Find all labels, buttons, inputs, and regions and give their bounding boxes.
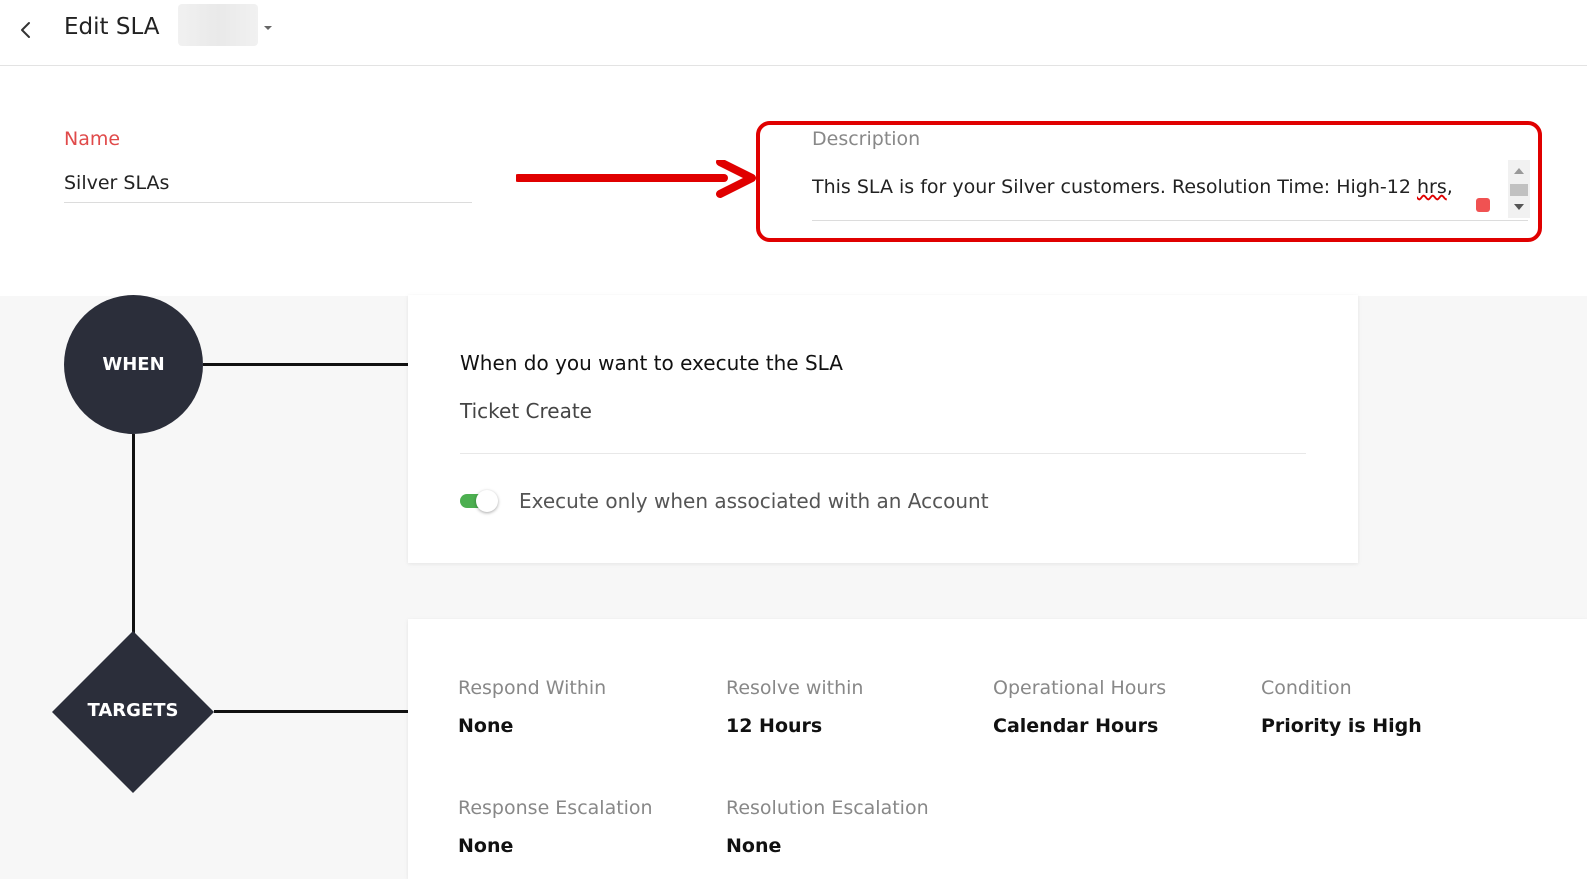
description-scrollbar[interactable] — [1508, 160, 1530, 218]
name-input[interactable] — [64, 164, 472, 203]
page-title: Edit SLA — [64, 14, 160, 40]
when-question: When do you want to execute the SLA — [460, 351, 843, 375]
sla-selector-dropdown[interactable] — [178, 4, 278, 48]
connector-line — [214, 710, 408, 713]
scrollbar-thumb[interactable] — [1510, 184, 1528, 196]
when-node-label: WHEN — [102, 354, 165, 375]
when-node: WHEN — [64, 295, 203, 434]
sla-selector-value-redacted — [178, 4, 258, 46]
resolve-within-label: Resolve within — [726, 677, 864, 699]
toggle-knob — [476, 490, 498, 512]
response-escalation-value: None — [458, 835, 514, 857]
respond-within-value: None — [458, 715, 514, 737]
resolution-escalation-value: None — [726, 835, 782, 857]
name-label: Name — [64, 128, 121, 150]
condition-label: Condition — [1261, 677, 1352, 699]
back-button[interactable] — [14, 18, 38, 42]
response-escalation-label: Response Escalation — [458, 797, 653, 819]
description-text: This SLA is for your Silver customers. R… — [812, 168, 1472, 206]
page-header: Edit SLA — [0, 0, 1587, 66]
targets-card: Respond Within None Resolve within 12 Ho… — [408, 619, 1587, 879]
divider — [460, 453, 1306, 454]
caret-down-icon — [264, 26, 272, 30]
account-association-toggle[interactable] — [460, 490, 500, 512]
scroll-down-arrow-icon[interactable] — [1514, 204, 1524, 210]
scroll-up-arrow-icon[interactable] — [1514, 168, 1524, 174]
description-textarea[interactable]: This SLA is for your Silver customers. R… — [812, 164, 1528, 221]
grammar-assistant-icon[interactable] — [1476, 198, 1490, 212]
description-text-prefix: This SLA is for your Silver customers. R… — [812, 176, 1417, 198]
condition-value: Priority is High — [1261, 715, 1422, 737]
operational-hours-label: Operational Hours — [993, 677, 1167, 699]
resolution-escalation-label: Resolution Escalation — [726, 797, 929, 819]
when-card: When do you want to execute the SLA Tick… — [408, 295, 1358, 563]
toggle-label: Execute only when associated with an Acc… — [519, 489, 989, 513]
targets-node-label: TARGETS — [87, 700, 179, 721]
connector-line — [132, 434, 135, 634]
description-label: Description — [812, 128, 921, 150]
chevron-left-icon — [21, 22, 30, 38]
operational-hours-value: Calendar Hours — [993, 715, 1159, 737]
connector-line — [203, 363, 408, 366]
when-trigger-value[interactable]: Ticket Create — [460, 399, 592, 423]
description-text-suffix: , — [1446, 176, 1453, 198]
respond-within-label: Respond Within — [458, 677, 607, 699]
spellcheck-flagged-word: hrs — [1416, 176, 1447, 198]
resolve-within-value: 12 Hours — [726, 715, 823, 737]
annotation-arrow-icon — [514, 158, 761, 204]
